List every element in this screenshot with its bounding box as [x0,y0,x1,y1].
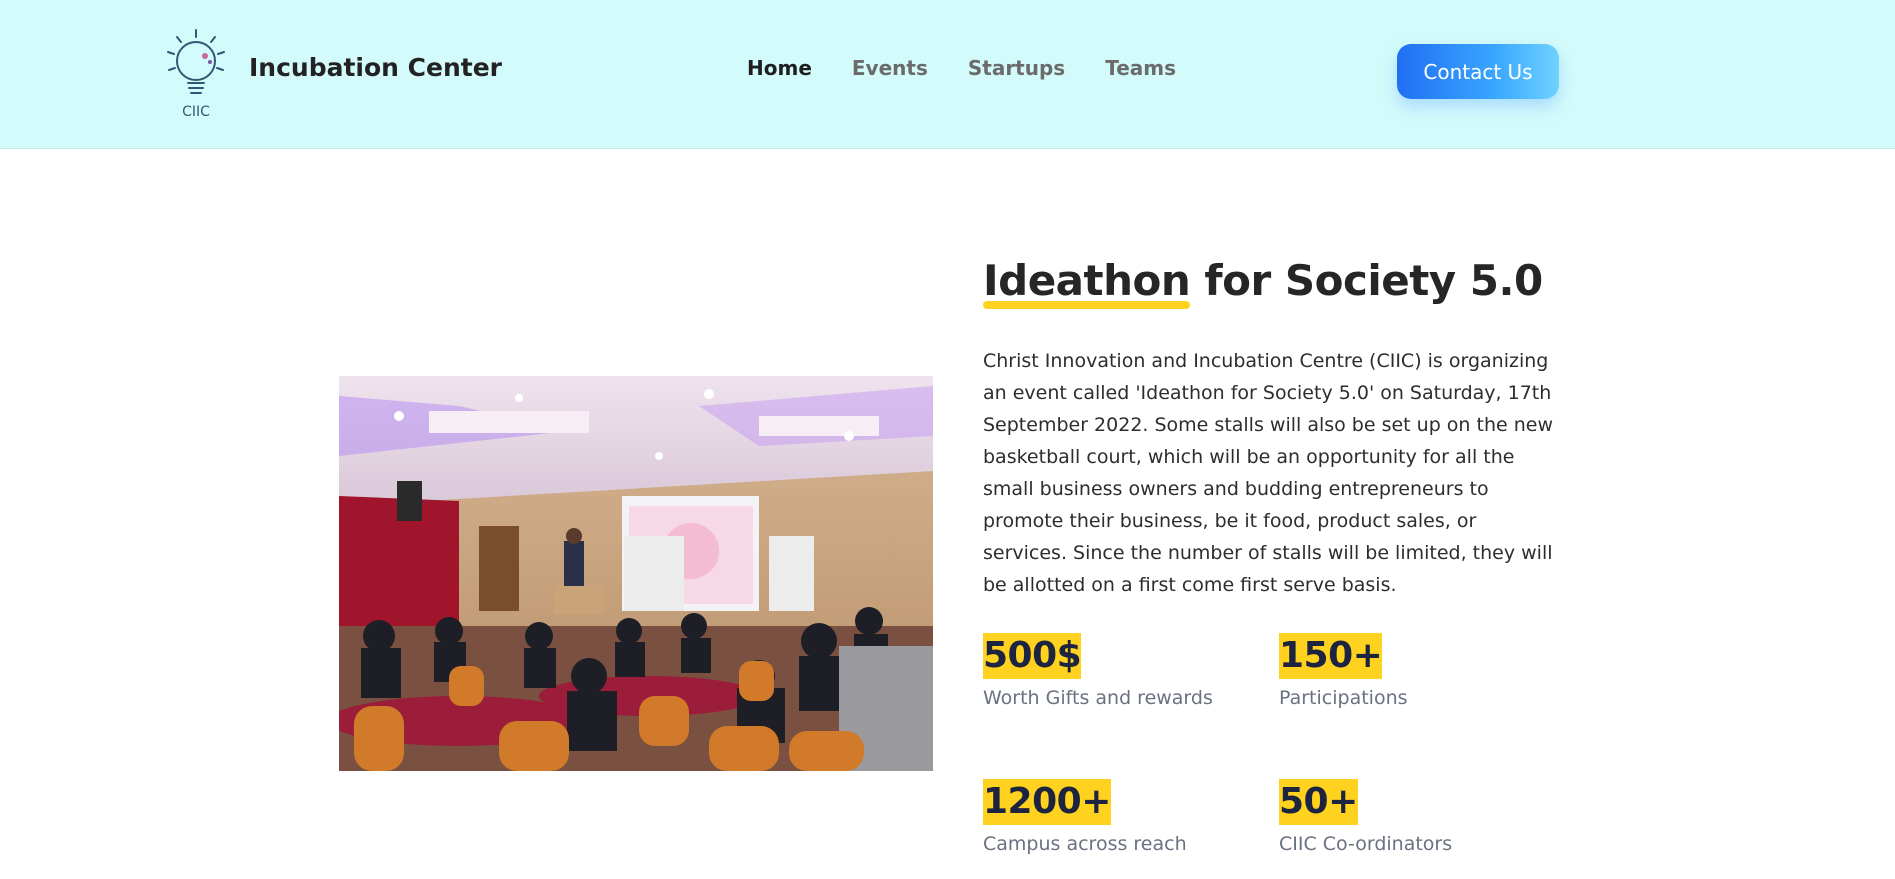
event-description: Christ Innovation and Incubation Centre … [983,350,1554,596]
stat-gifts: 500$ Worth Gifts and rewards [983,633,1273,709]
lightbulb-logo-icon: CIIC [167,29,225,120]
stat-value: 500$ [983,633,1082,679]
stat-label: Campus across reach [983,833,1187,855]
brand-name: Incubation Center [249,52,503,82]
event-title-rest: for Society 5.0 [1190,256,1543,305]
stat-participations: 150+ Participations [1279,633,1569,709]
brand[interactable]: CIIC Incubation Center [163,28,502,120]
stat-value: 150+ [1279,633,1383,679]
stat-label: Worth Gifts and rewards [983,687,1213,709]
event-content: Ideathon for Society 5.0 Christ Innovati… [983,256,1573,601]
brand-logo-text: CIIC [182,104,210,120]
stat-campus-reach: 1200+ Campus across reach [983,779,1273,855]
event-title-highlight: Ideathon [983,256,1191,309]
nav-link-events[interactable]: Events [852,56,928,80]
nav-link-startups[interactable]: Startups [968,56,1065,80]
nav-links: Home Events Startups Teams [747,56,1176,80]
nav-link-teams[interactable]: Teams [1105,56,1176,80]
stat-coordinators: 50+ CIIC Co-ordinators [1279,779,1569,855]
event-photo [339,376,933,771]
stat-value: 50+ [1279,779,1358,825]
stat-label: Participations [1279,687,1408,709]
stat-value: 1200+ [983,779,1111,825]
nav-link-home[interactable]: Home [747,56,812,80]
stat-label: CIIC Co-ordinators [1279,833,1453,855]
event-title: Ideathon for Society 5.0 [983,256,1573,309]
navbar: CIIC Incubation Center Home Events Start… [0,0,1895,149]
contact-us-button[interactable]: Contact Us [1397,44,1559,99]
